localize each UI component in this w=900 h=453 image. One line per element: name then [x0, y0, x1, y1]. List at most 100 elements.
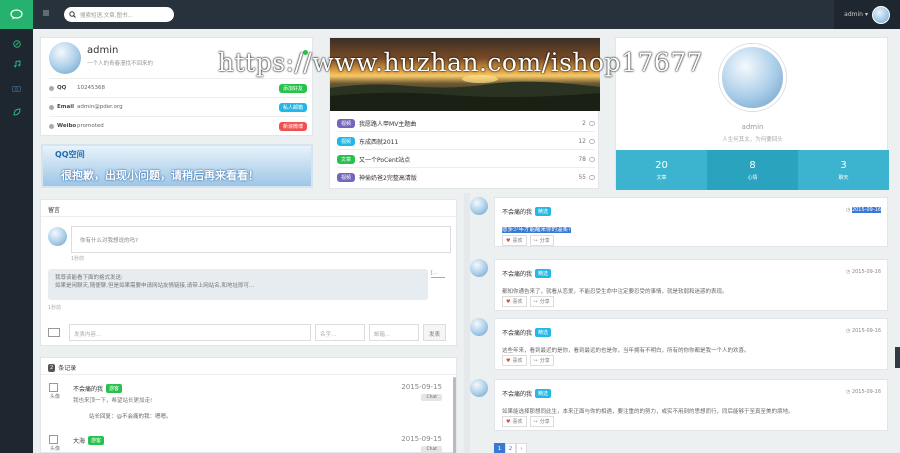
stat-chats[interactable]: 3 聊天: [798, 150, 889, 190]
record-author: 大海 游客: [73, 436, 105, 445]
news-title[interactable]: 东成西就2011: [359, 137, 578, 146]
entry-header: 不会痛的我 精选: [502, 389, 552, 398]
share-button[interactable]: ↪ 分享: [529, 296, 554, 307]
submit-button[interactable]: 发表: [423, 324, 447, 341]
comment-count: 12: [578, 137, 586, 145]
entry-date: ◷ 2015-09-16: [846, 328, 881, 334]
music-icon[interactable]: [8, 55, 25, 72]
news-item[interactable]: 视频 神偷奶爸2完整高清版 55: [337, 169, 595, 186]
news-tag: 视频: [337, 173, 356, 182]
records-title: 条记录: [58, 365, 77, 372]
stat-number: 20: [655, 159, 668, 171]
user-name: admin: [741, 123, 764, 131]
entry-header: 不会痛的我 精选: [502, 328, 552, 337]
record-author: 不会痛的我 游客: [73, 384, 123, 393]
like-button[interactable]: ♥ 喜欢: [502, 296, 527, 307]
clock-icon: ◷: [845, 389, 851, 395]
news-item[interactable]: 文章 又一个PoCent站点 78: [337, 151, 595, 168]
share-label: 分享: [539, 299, 550, 305]
share-button[interactable]: ↪ 分享: [529, 355, 554, 366]
author-name[interactable]: 不会痛的我: [73, 384, 103, 393]
name-input[interactable]: 名字...: [315, 324, 365, 341]
entry-author[interactable]: 不会痛的我: [502, 269, 532, 278]
stat-moods[interactable]: 8 心情: [707, 150, 798, 190]
comment-count: 2: [582, 119, 586, 127]
timeline-entry: 不会痛的我 精选 ◷ 2015-09-16 如果能选择那想同此生，本来正面与你的相…: [494, 379, 888, 431]
featured-tag: 精选: [535, 389, 552, 398]
notice-line: 我尊该能看下面的格式发送:: [55, 275, 123, 281]
user-menu[interactable]: admin ▾: [834, 0, 900, 29]
entry-body: 都知你通告来了，就看从恋爱，不能忍受生命中注定要忍受的事情，就是软弱和迷惑的表现…: [502, 289, 728, 295]
weibo-button[interactable]: 新浪微博: [278, 121, 307, 131]
private-email-button[interactable]: 私人邮箱: [278, 102, 307, 112]
like-button[interactable]: ♥ 喜欢: [502, 355, 527, 366]
entry-date: ◷ 2015-09-16: [846, 389, 881, 395]
broken-image-icon: [48, 328, 60, 337]
page-2-button[interactable]: 2: [505, 443, 516, 453]
like-label: 喜欢: [512, 419, 523, 425]
user-name: admin: [844, 11, 863, 18]
message-input[interactable]: 你有什么对我想说的吗?: [71, 226, 451, 253]
search-input[interactable]: 搜索短语,文章,图书...: [80, 11, 133, 19]
guestbook-title: 留言: [48, 207, 61, 214]
leaf-icon[interactable]: [8, 103, 25, 120]
chat-logo-icon[interactable]: [0, 0, 33, 29]
record-date: 2015-09-15: [401, 383, 442, 391]
row-value: promoted: [77, 123, 104, 129]
add-friend-button[interactable]: 添加好友: [278, 83, 307, 93]
news-item[interactable]: 视频 东成西就2011 12: [337, 133, 595, 150]
date-text: 2015-09-16: [851, 389, 881, 395]
camera-icon[interactable]: [8, 80, 25, 97]
stat-articles[interactable]: 20 文章: [616, 150, 707, 190]
entry-author[interactable]: 不会痛的我: [502, 389, 532, 398]
row-key: Email: [57, 104, 74, 110]
guest-avatar: [48, 227, 67, 246]
share-button[interactable]: ↪ 分享: [529, 235, 554, 246]
entry-text: 愿多少年才能醒来你的温柔?: [502, 225, 571, 233]
entry-author[interactable]: 不会痛的我: [502, 207, 532, 216]
news-item[interactable]: 视频 我愿路人甲MV主题曲 2: [337, 115, 595, 132]
like-label: 喜欢: [512, 299, 523, 305]
stat-label: 文章: [656, 174, 667, 181]
email-input[interactable]: 邮箱...: [369, 324, 419, 341]
compass-icon[interactable]: [8, 35, 25, 52]
search-box[interactable]: 搜索短语,文章,图书...: [64, 7, 174, 22]
page-1-button[interactable]: 1: [494, 443, 505, 453]
share-icon: ↪: [533, 357, 538, 364]
news-title[interactable]: 又一个PoCent站点: [359, 155, 578, 164]
stat-number: 8: [749, 159, 756, 171]
comment-icon: [589, 175, 595, 180]
date-text: 2015-09-16: [851, 269, 881, 275]
qq-error-banner: QQ空间 很抱歉，出现小问题，请稍后再来看看！: [41, 144, 313, 188]
chat-chip: Chat: [421, 446, 442, 453]
news-title[interactable]: 神偷奶爸2完整高清版: [359, 173, 578, 182]
featured-tag: 精选: [535, 207, 552, 216]
pagination: 1 2 ›: [494, 443, 527, 453]
comment-count: 55: [578, 174, 586, 181]
entry-header: 不会痛的我 精选: [502, 207, 552, 216]
profile-avatar[interactable]: [49, 42, 81, 74]
side-tab[interactable]: [895, 347, 900, 368]
heart-icon: ♥: [506, 357, 511, 364]
comment-icon: [589, 138, 595, 144]
news-title[interactable]: 我愿路人甲MV主题曲: [359, 119, 582, 128]
menu-toggle-icon[interactable]: [41, 8, 53, 20]
row-value: admin@pder.org: [77, 104, 123, 110]
share-button[interactable]: ↪ 分享: [529, 416, 554, 427]
chat-chip: Chat: [421, 394, 442, 401]
user-large-avatar[interactable]: [719, 44, 786, 111]
entry-author[interactable]: 不会痛的我: [502, 328, 532, 337]
avatar[interactable]: [872, 5, 890, 24]
news-tag: 视频: [337, 118, 356, 128]
content-input[interactable]: 发表内容...: [69, 324, 311, 341]
author-name[interactable]: 大海: [73, 436, 85, 445]
watermark-text: https://www.huzhan.com/ishop17677: [218, 48, 704, 77]
left-sidebar: [0, 0, 33, 453]
like-button[interactable]: ♥ 喜欢: [502, 416, 527, 427]
share-icon: ↪: [533, 298, 538, 305]
timeline-entry: 不会痛的我 精选 ◷ 2015-09-16 这些年来，看到最近的是你，看到最远的也…: [494, 318, 888, 370]
scrollbar[interactable]: [453, 377, 456, 453]
like-button[interactable]: ♥ 喜欢: [502, 235, 527, 246]
guest-tag: 游客: [88, 436, 105, 445]
next-page-button[interactable]: ›: [516, 443, 527, 453]
